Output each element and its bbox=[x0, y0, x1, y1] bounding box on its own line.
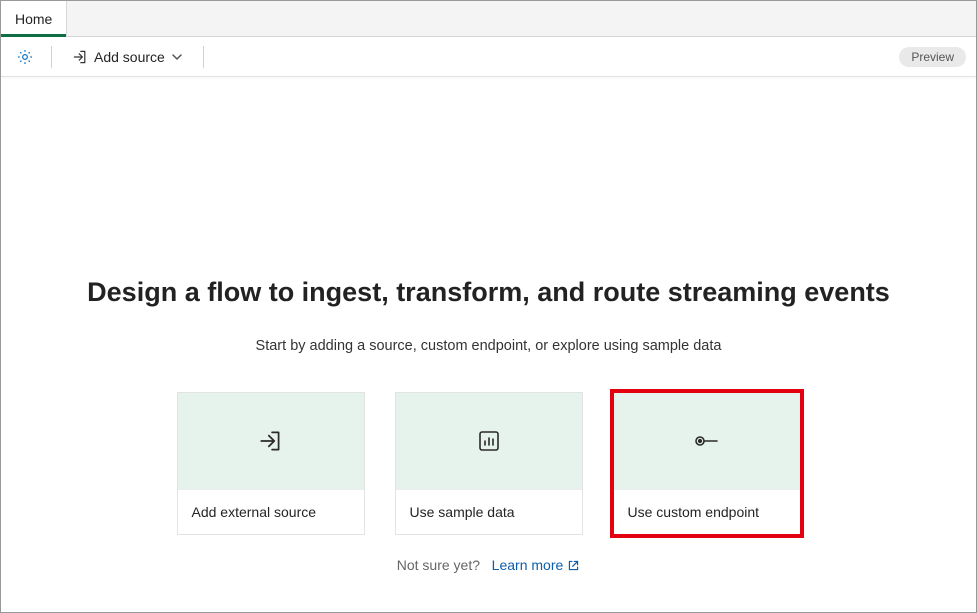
card-label: Use custom endpoint bbox=[614, 489, 800, 534]
endpoint-icon bbox=[694, 431, 720, 451]
external-link-icon bbox=[567, 559, 580, 572]
settings-button[interactable] bbox=[11, 43, 39, 71]
page-headline: Design a flow to ingest, transform, and … bbox=[1, 277, 976, 308]
add-source-button[interactable]: Add source bbox=[64, 45, 191, 69]
card-label: Use sample data bbox=[396, 489, 582, 534]
add-source-icon bbox=[72, 49, 88, 65]
card-icon-area bbox=[396, 393, 582, 489]
card-icon-area bbox=[614, 393, 800, 489]
card-icon-area bbox=[178, 393, 364, 489]
learn-more-link-label: Learn more bbox=[492, 557, 564, 573]
bar-chart-icon bbox=[477, 429, 501, 453]
learn-more-prefix: Not sure yet? bbox=[397, 557, 480, 573]
toolbar-divider-2 bbox=[203, 46, 204, 68]
chevron-down-icon bbox=[171, 51, 183, 63]
toolbar-divider bbox=[51, 46, 52, 68]
preview-badge-label: Preview bbox=[911, 50, 954, 64]
card-use-custom-endpoint[interactable]: Use custom endpoint bbox=[613, 392, 801, 535]
preview-badge: Preview bbox=[899, 47, 966, 67]
toolbar: Add source Preview bbox=[1, 37, 976, 77]
learn-more-row: Not sure yet? Learn more bbox=[1, 557, 976, 573]
page-subtext: Start by adding a source, custom endpoin… bbox=[1, 338, 976, 354]
card-add-external-source[interactable]: Add external source bbox=[177, 392, 365, 535]
main-content: Design a flow to ingest, transform, and … bbox=[1, 77, 976, 573]
add-source-icon bbox=[258, 428, 284, 454]
tab-home-label: Home bbox=[15, 11, 52, 27]
gear-icon bbox=[16, 48, 34, 66]
tab-bar: Home bbox=[1, 1, 976, 37]
learn-more-link[interactable]: Learn more bbox=[492, 557, 581, 573]
card-label: Add external source bbox=[178, 489, 364, 534]
card-use-sample-data[interactable]: Use sample data bbox=[395, 392, 583, 535]
tab-home[interactable]: Home bbox=[1, 1, 67, 36]
card-row: Add external source Use sample data bbox=[1, 392, 976, 535]
add-source-label: Add source bbox=[94, 49, 165, 65]
